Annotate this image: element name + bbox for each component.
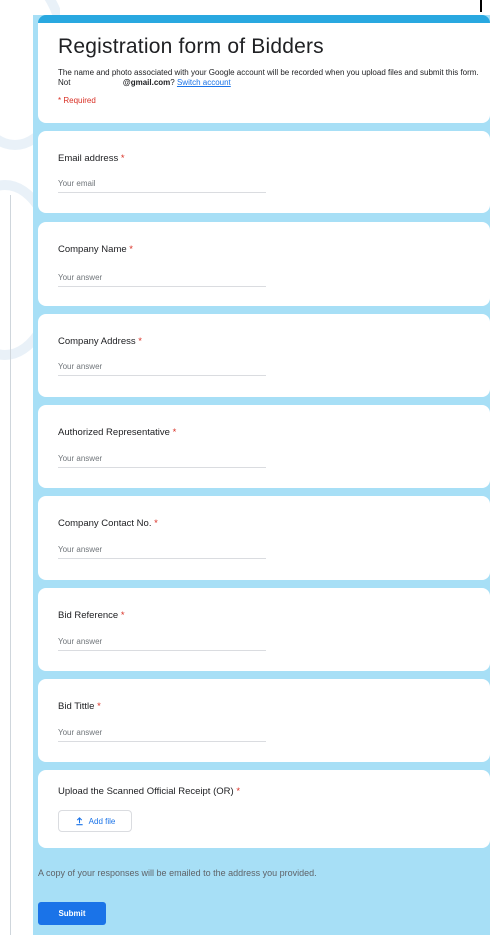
- bid-title-input[interactable]: Your answer: [58, 726, 266, 742]
- question-label: Bid Tittle *: [58, 701, 101, 712]
- authorized-representative-input[interactable]: Your answer: [58, 452, 266, 468]
- question-label: Email address *: [58, 153, 125, 164]
- company-address-input[interactable]: Your answer: [58, 360, 266, 376]
- add-file-button[interactable]: Add file: [58, 810, 132, 832]
- question-bid-reference: Bid Reference * Your answer: [38, 588, 490, 671]
- divider: [10, 195, 11, 935]
- window-edge: [480, 0, 482, 12]
- question-upload-receipt: Upload the Scanned Official Receipt (OR)…: [38, 770, 490, 848]
- question-label: Upload the Scanned Official Receipt (OR)…: [58, 786, 241, 797]
- copy-note: A copy of your responses will be emailed…: [38, 868, 317, 878]
- question-label: Company Name *: [58, 244, 133, 255]
- question-authorized-representative: Authorized Representative * Your answer: [38, 405, 490, 488]
- submit-button[interactable]: Submit: [38, 902, 106, 925]
- question-company-address: Company Address * Your answer: [38, 314, 490, 397]
- contact-no-input[interactable]: Your answer: [58, 543, 266, 559]
- question-label: Company Address *: [58, 336, 142, 347]
- question-label: Company Contact No. *: [58, 518, 158, 529]
- question-email: Email address * Your email: [38, 131, 490, 213]
- account-info-text: The name and photo associated with your …: [58, 68, 479, 87]
- add-file-label: Add file: [88, 816, 116, 826]
- account-info: The name and photo associated with your …: [58, 68, 479, 87]
- upload-icon: [76, 816, 83, 825]
- switch-account-link[interactable]: Switch account: [177, 78, 231, 87]
- question-contact-no: Company Contact No. * Your answer: [38, 496, 490, 580]
- bid-reference-input[interactable]: Your answer: [58, 635, 266, 651]
- email-input[interactable]: Your email: [58, 177, 266, 193]
- company-name-input[interactable]: Your answer: [58, 271, 266, 287]
- required-note: * Required: [58, 96, 96, 105]
- question-company-name: Company Name * Your answer: [38, 222, 490, 306]
- question-label: Authorized Representative *: [58, 427, 177, 438]
- question-label: Bid Reference *: [58, 610, 125, 621]
- form-title: Registration form of Bidders: [58, 35, 324, 58]
- question-bid-title: Bid Tittle * Your answer: [38, 679, 490, 762]
- form-header-card: Registration form of Bidders The name an…: [38, 15, 490, 123]
- account-email: @gmail.com: [122, 78, 171, 87]
